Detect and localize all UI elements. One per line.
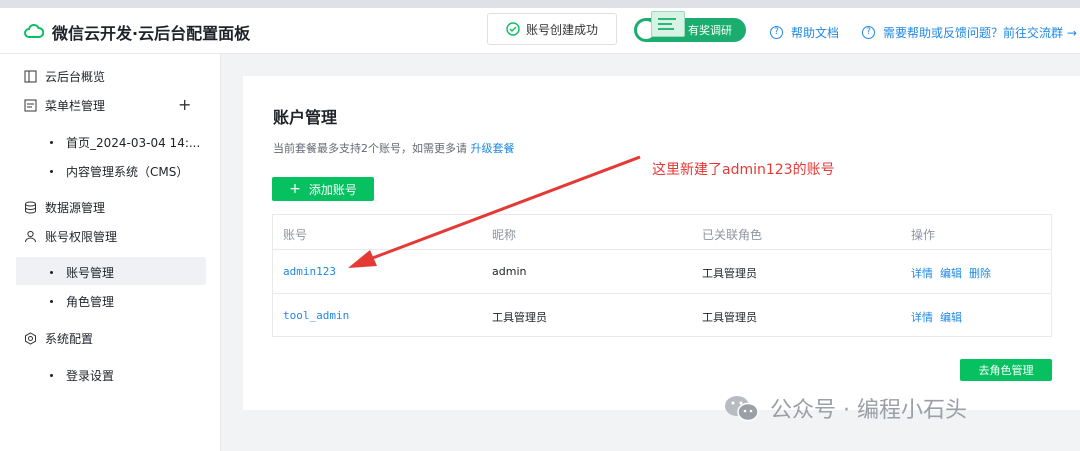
annotation-arrow-icon [348,155,641,268]
annotation-text: 这里新建了admin123的账号 [652,162,835,178]
wechat-logo-icon [725,396,759,422]
watermark-text: 公众号 · 编程小石头 [770,398,967,423]
watermark: 公众号 · 编程小石头 [722,392,967,424]
